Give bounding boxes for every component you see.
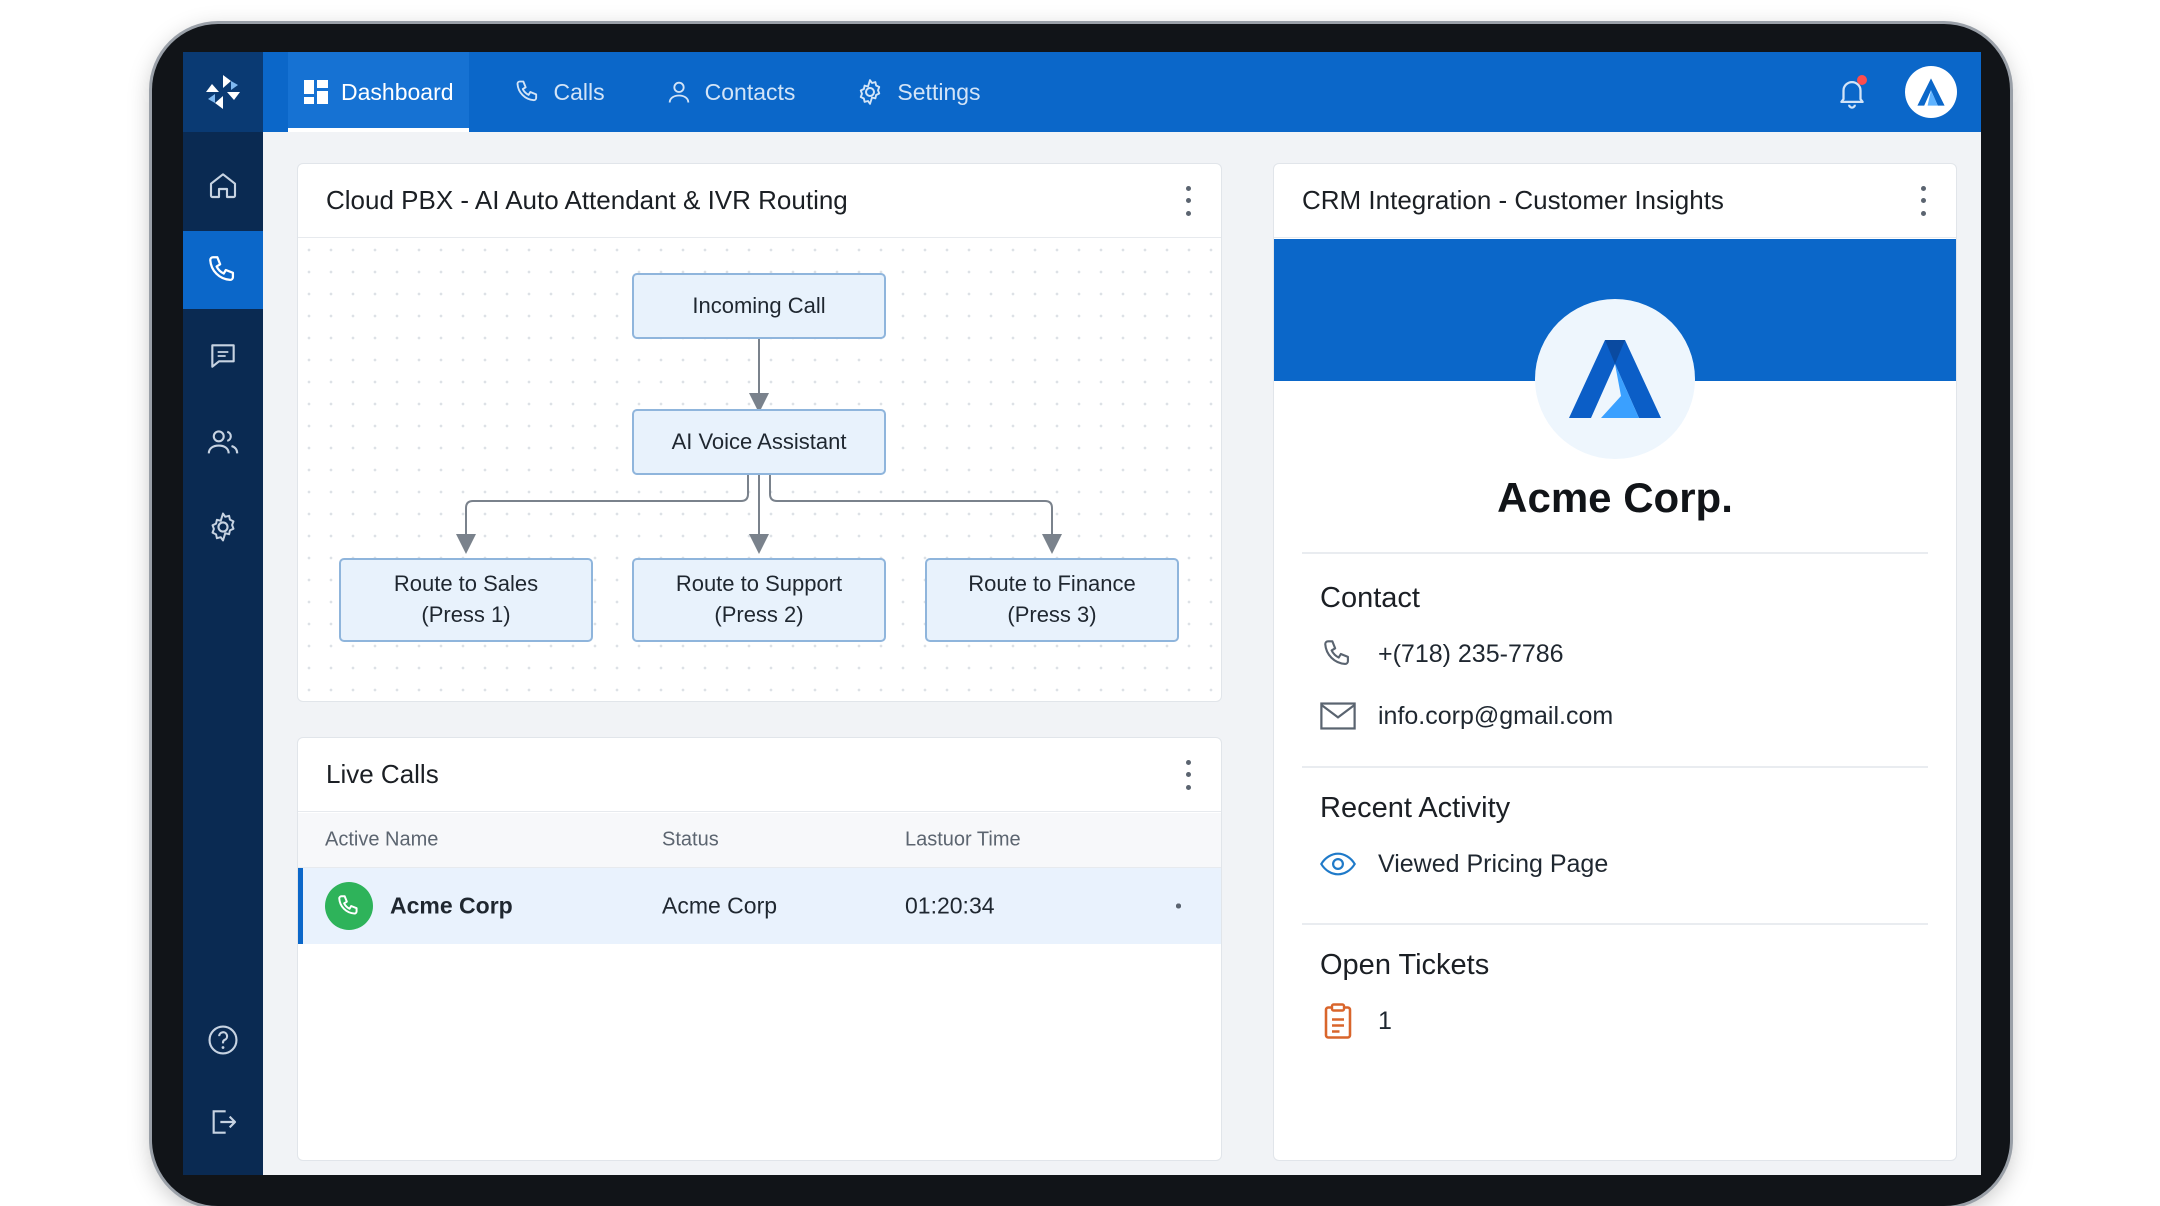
card-header: Cloud PBX - AI Auto Attendant & IVR Rout… xyxy=(298,164,1221,238)
card-title: Live Calls xyxy=(326,759,439,789)
card-title: CRM Integration - Customer Insights xyxy=(1302,185,1724,215)
user-avatar[interactable] xyxy=(1905,66,1957,118)
nav-tab-dashboard[interactable]: Dashboard xyxy=(288,52,469,132)
flow-node-route-sales[interactable]: Route to Sales (Press 1) xyxy=(339,558,593,642)
sidebar-item-logout[interactable] xyxy=(183,1083,263,1161)
nav-tab-label: Contacts xyxy=(704,78,796,105)
node-sublabel: (Press 2) xyxy=(714,602,804,627)
email-address: info.corp@gmail.com xyxy=(1378,701,1614,730)
sidebar-item-settings[interactable] xyxy=(183,488,263,566)
gear-icon xyxy=(860,79,881,105)
top-nav-bar: Dashboard Calls Contacts Settings xyxy=(183,52,1981,132)
contact-email[interactable]: info.corp@gmail.com xyxy=(1320,698,1613,734)
row-menu-button[interactable] xyxy=(1173,891,1183,921)
tickets-count: 1 xyxy=(1378,1006,1392,1035)
phone-number: +(718) 235-7786 xyxy=(1378,639,1564,668)
section-divider xyxy=(1302,923,1928,925)
node-label: Incoming Call xyxy=(692,292,826,318)
sidebar-item-calls[interactable] xyxy=(183,231,263,309)
nav-tab-label: Dashboard xyxy=(341,78,454,105)
card-menu-button[interactable] xyxy=(1183,759,1193,790)
sidebar-item-contacts[interactable] xyxy=(183,403,263,481)
sidebar-item-messages[interactable] xyxy=(183,317,263,395)
nav-tab-label: Calls xyxy=(553,78,605,105)
logout-icon xyxy=(212,1110,237,1134)
gear-icon xyxy=(211,512,235,542)
activity-text: Viewed Pricing Page xyxy=(1378,849,1609,878)
company-logo xyxy=(1535,299,1695,459)
users-icon xyxy=(207,430,239,454)
column-header-time[interactable]: Lastuor Time xyxy=(905,829,1021,852)
live-calls-card: Live Calls Active Name Status Lastuor Ti… xyxy=(297,737,1222,1161)
flow-node-incoming-call[interactable]: Incoming Call xyxy=(632,273,886,339)
dashboard-icon xyxy=(304,80,328,104)
phone-icon xyxy=(209,256,235,282)
card-header: CRM Integration - Customer Insights xyxy=(1274,164,1956,238)
call-time: 01:20:34 xyxy=(905,892,995,919)
nav-tab-contacts[interactable]: Contacts xyxy=(650,52,811,132)
help-icon xyxy=(208,1025,238,1055)
notification-badge xyxy=(1857,75,1867,85)
activity-section-title: Recent Activity xyxy=(1320,792,1511,824)
card-menu-button[interactable] xyxy=(1918,185,1928,216)
column-header-status[interactable]: Status xyxy=(662,829,719,852)
main-nav: Dashboard Calls Contacts Settings xyxy=(288,52,1026,132)
crm-insights-card: CRM Integration - Customer Insights Acme… xyxy=(1273,163,1957,1161)
phone-icon xyxy=(516,80,537,102)
active-call-icon[interactable] xyxy=(325,882,373,930)
phone-icon xyxy=(338,895,358,915)
activity-item: Viewed Pricing Page xyxy=(1320,846,1608,882)
node-label: AI Voice Assistant xyxy=(671,428,847,454)
nav-tab-label: Settings xyxy=(897,78,981,105)
app-logo[interactable] xyxy=(183,52,263,132)
connector-to-finance xyxy=(769,474,1062,554)
chat-icon xyxy=(211,344,235,368)
card-menu-button[interactable] xyxy=(1183,185,1193,216)
nav-tab-settings[interactable]: Settings xyxy=(840,52,995,132)
contact-phone[interactable]: +(718) 235-7786 xyxy=(1320,636,1564,672)
avatar-logo-icon xyxy=(1917,78,1945,106)
eye-icon xyxy=(1320,846,1356,882)
contact-section-title: Contact xyxy=(1320,582,1420,614)
open-tickets-count[interactable]: 1 xyxy=(1320,1003,1392,1039)
sidebar-item-help[interactable] xyxy=(183,1001,263,1079)
flow-node-route-support[interactable]: Route to Support (Press 2) xyxy=(632,558,886,642)
company-name: Acme Corp. xyxy=(1497,474,1733,521)
mail-icon xyxy=(1320,698,1356,734)
clipboard-icon xyxy=(1320,1003,1356,1039)
section-divider xyxy=(1302,766,1928,768)
topbar-actions xyxy=(1835,66,1981,118)
sidebar xyxy=(183,132,263,1175)
section-divider xyxy=(1302,552,1928,554)
home-icon xyxy=(209,173,237,199)
column-header-active-name[interactable]: Active Name xyxy=(325,829,438,852)
sidebar-item-home[interactable] xyxy=(183,146,263,224)
node-sublabel: (Press 3) xyxy=(1007,602,1097,627)
app-logo-icon xyxy=(206,75,240,109)
pbx-routing-card: Cloud PBX - AI Auto Attendant & IVR Rout… xyxy=(297,163,1222,702)
notifications-button[interactable] xyxy=(1835,75,1869,109)
app-screen: Dashboard Calls Contacts Settings Cloud … xyxy=(183,52,1981,1175)
node-sublabel: (Press 1) xyxy=(421,602,511,627)
phone-icon xyxy=(1320,636,1356,672)
ivr-flow-diagram: Incoming Call AI Voice Assistant Route t… xyxy=(298,239,1221,701)
tickets-section-title: Open Tickets xyxy=(1320,949,1490,981)
call-name: Acme Corp xyxy=(390,892,513,919)
call-status: Acme Corp xyxy=(662,892,778,919)
nav-tab-calls[interactable]: Calls xyxy=(499,52,620,132)
company-logo-icon xyxy=(1569,340,1661,418)
card-title: Cloud PBX - AI Auto Attendant & IVR Rout… xyxy=(326,185,848,215)
user-icon xyxy=(668,81,689,103)
connector-to-sales xyxy=(456,474,749,554)
card-header: Live Calls xyxy=(298,738,1221,812)
node-label: Route to Support xyxy=(675,571,843,597)
flow-node-ai-voice-assistant[interactable]: AI Voice Assistant xyxy=(632,409,886,475)
node-label: Route to Sales xyxy=(393,571,539,597)
table-row[interactable]: Acme Corp Acme Corp 01:20:34 xyxy=(298,868,1221,944)
node-label: Route to Finance xyxy=(968,571,1136,597)
table-header: Active Name Status Lastuor Time xyxy=(298,813,1221,868)
flow-node-route-finance[interactable]: Route to Finance (Press 3) xyxy=(925,558,1179,642)
